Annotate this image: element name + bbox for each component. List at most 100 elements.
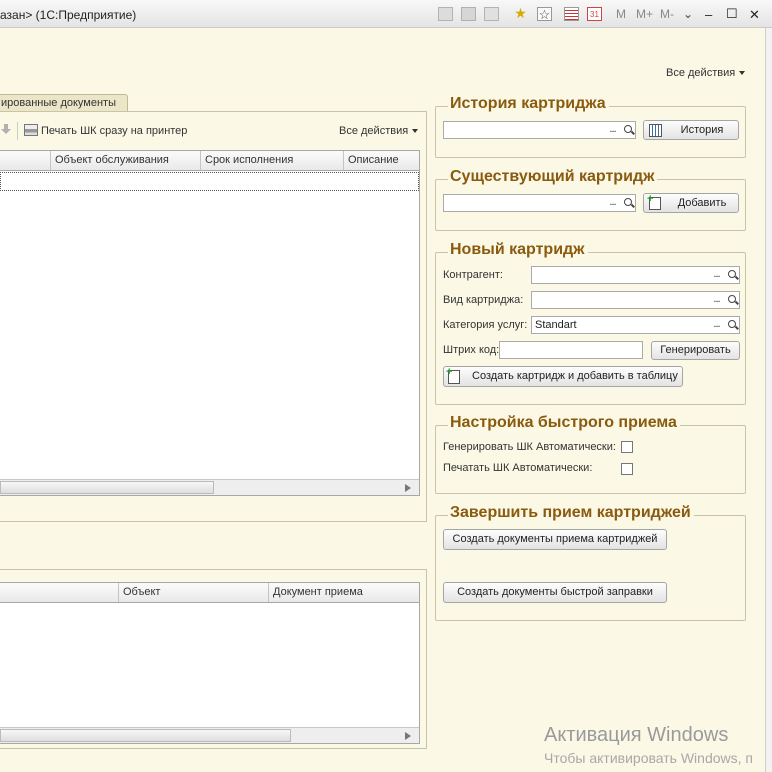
select-dots-icon[interactable]: ... xyxy=(709,292,724,308)
horizontal-scrollbar[interactable] xyxy=(0,727,419,743)
column-header-due-date[interactable]: Срок исполнения xyxy=(200,151,348,170)
column-header-service-object[interactable]: Объект обслуживания xyxy=(50,151,205,170)
select-dots-icon[interactable]: ... xyxy=(605,122,620,138)
service-category-field[interactable]: Standart ... xyxy=(531,316,740,334)
column-header-receipt-document[interactable]: Документ приема xyxy=(268,583,424,602)
cartridge-type-field[interactable]: ... xyxy=(531,291,740,309)
printer-icon xyxy=(24,124,38,136)
chevron-down-icon xyxy=(412,129,419,134)
add-button[interactable]: + Добавить xyxy=(643,193,739,213)
search-icon[interactable] xyxy=(728,295,736,303)
auto-generate-checkbox[interactable] xyxy=(621,441,633,453)
generate-button[interactable]: Генерировать xyxy=(651,341,740,360)
finish-receipt-group: Завершить прием картриджей Создать докум… xyxy=(435,504,746,621)
form-all-actions-label: Все действия xyxy=(666,67,736,79)
window-title: азан> (1С:Предприятие) xyxy=(0,8,137,22)
calendar-icon[interactable]: 31 xyxy=(587,7,602,21)
column-header-object[interactable]: Объект xyxy=(118,583,273,602)
select-dots-icon[interactable]: ... xyxy=(709,317,724,333)
add-document-icon: + xyxy=(446,367,460,384)
print-barcode-button[interactable]: Печать ШК сразу на принтер xyxy=(24,124,187,137)
activation-watermark-title: Активация Windows xyxy=(544,724,729,746)
table-row[interactable] xyxy=(0,172,419,191)
finish-receipt-title: Завершить прием картриджей xyxy=(448,504,694,522)
quick-receipt-settings-title: Настройка быстрого приема xyxy=(448,414,680,432)
cartridge-type-label: Вид картриджа: xyxy=(443,294,524,306)
calculator-icon[interactable] xyxy=(564,7,579,21)
favorites-icon[interactable]: ☆ xyxy=(537,7,552,21)
save-icon[interactable] xyxy=(438,7,453,21)
existing-cartridge-field[interactable]: ... xyxy=(443,194,636,212)
documents-table[interactable]: Объект обслуживания Срок исполнения Опис… xyxy=(0,150,420,496)
lower-panel: Объект Документ приема xyxy=(0,569,427,749)
auto-print-checkbox[interactable] xyxy=(621,463,633,475)
barcode-field[interactable] xyxy=(499,341,643,359)
scroll-right-icon[interactable] xyxy=(405,732,411,740)
upper-all-actions-menu[interactable]: Все действия xyxy=(339,125,419,137)
activation-watermark-subtitle: Чтобы активировать Windows, п xyxy=(544,750,753,766)
memory-minus-button[interactable]: M- xyxy=(660,7,674,21)
history-icon xyxy=(649,124,662,137)
maximize-button[interactable]: ☐ xyxy=(726,6,738,22)
existing-cartridge-title: Существующий картридж xyxy=(448,168,658,186)
preview-icon[interactable] xyxy=(484,7,499,21)
new-cartridge-group: Новый картридж Контрагент: ... Вид картр… xyxy=(435,241,746,405)
generate-button-label: Генерировать xyxy=(660,344,731,356)
select-dots-icon[interactable]: ... xyxy=(605,195,620,211)
tab-label: ированные документы xyxy=(1,97,116,109)
create-and-add-label: Создать картридж и добавить в таблицу xyxy=(472,370,678,382)
service-category-value: Standart xyxy=(535,319,577,331)
cartridge-history-title: История картриджа xyxy=(448,95,609,113)
table-header: Объект обслуживания Срок исполнения Опис… xyxy=(0,151,419,171)
create-receipt-documents-label: Создать документы приема картриджей xyxy=(452,533,658,545)
search-icon[interactable] xyxy=(624,198,632,206)
create-refill-documents-label: Создать документы быстрой заправки xyxy=(457,586,653,598)
search-icon[interactable] xyxy=(728,320,736,328)
table-header: Объект Документ приема xyxy=(0,583,419,603)
cartridge-history-group: История картриджа ... История xyxy=(435,95,746,158)
history-button[interactable]: История xyxy=(643,120,739,140)
search-icon[interactable] xyxy=(728,270,736,278)
memory-button[interactable]: M xyxy=(616,7,626,21)
existing-cartridge-group: Существующий картридж ... + Добавить xyxy=(435,168,746,231)
create-refill-documents-button[interactable]: Создать документы быстрой заправки xyxy=(443,582,667,603)
window-title-bar: азан> (1С:Предприятие) ★ ☆ 31 M M+ M- ⌄ … xyxy=(0,0,772,28)
memory-plus-button[interactable]: M+ xyxy=(636,7,653,21)
form-all-actions-menu[interactable]: Все действия xyxy=(666,67,746,79)
add-document-icon: + xyxy=(647,194,661,210)
upper-all-actions-label: Все действия xyxy=(339,125,409,137)
create-and-add-button[interactable]: + Создать картридж и добавить в таблицу xyxy=(443,366,683,387)
new-cartridge-title: Новый картридж xyxy=(448,241,588,259)
horizontal-scrollbar[interactable] xyxy=(0,479,419,495)
column-header-description[interactable]: Описание xyxy=(343,151,424,170)
toolbar-menu-chevron-icon[interactable]: ⌄ xyxy=(683,7,693,21)
background-window-edge xyxy=(765,28,772,772)
minimize-button[interactable]: – xyxy=(705,7,712,22)
scroll-right-icon[interactable] xyxy=(405,484,411,492)
select-dots-icon[interactable]: ... xyxy=(709,267,724,283)
favorite-add-icon[interactable]: ★ xyxy=(513,6,528,21)
scrollbar-thumb[interactable] xyxy=(0,729,291,742)
search-icon[interactable] xyxy=(624,125,632,133)
print-barcode-label: Печать ШК сразу на принтер xyxy=(41,125,188,137)
tab-processed-documents[interactable]: ированные документы xyxy=(0,94,128,112)
create-receipt-documents-button[interactable]: Создать документы приема картриджей xyxy=(443,529,667,550)
auto-print-label: Печатать ШК Автоматически: xyxy=(443,462,593,474)
service-category-label: Категория услуг: xyxy=(443,319,528,331)
upper-panel: Печать ШК сразу на принтер Все действия … xyxy=(0,111,427,522)
chevron-down-icon xyxy=(739,71,746,76)
toolbar-divider xyxy=(17,122,18,140)
scrollbar-thumb[interactable] xyxy=(0,481,214,494)
contractor-field[interactable]: ... xyxy=(531,266,740,284)
history-button-label: История xyxy=(680,124,724,136)
close-button[interactable]: ✕ xyxy=(749,7,760,23)
quick-receipt-settings-group: Настройка быстрого приема Генерировать Ш… xyxy=(435,414,746,494)
move-down-icon[interactable] xyxy=(1,124,11,134)
print-icon[interactable] xyxy=(461,7,476,21)
barcode-label: Штрих код: xyxy=(443,344,500,356)
contractor-label: Контрагент: xyxy=(443,269,503,281)
receipt-table[interactable]: Объект Документ приема xyxy=(0,582,420,744)
auto-generate-label: Генерировать ШК Автоматически: xyxy=(443,441,616,453)
add-button-label: Добавить xyxy=(677,197,727,209)
history-cartridge-field[interactable]: ... xyxy=(443,121,636,139)
